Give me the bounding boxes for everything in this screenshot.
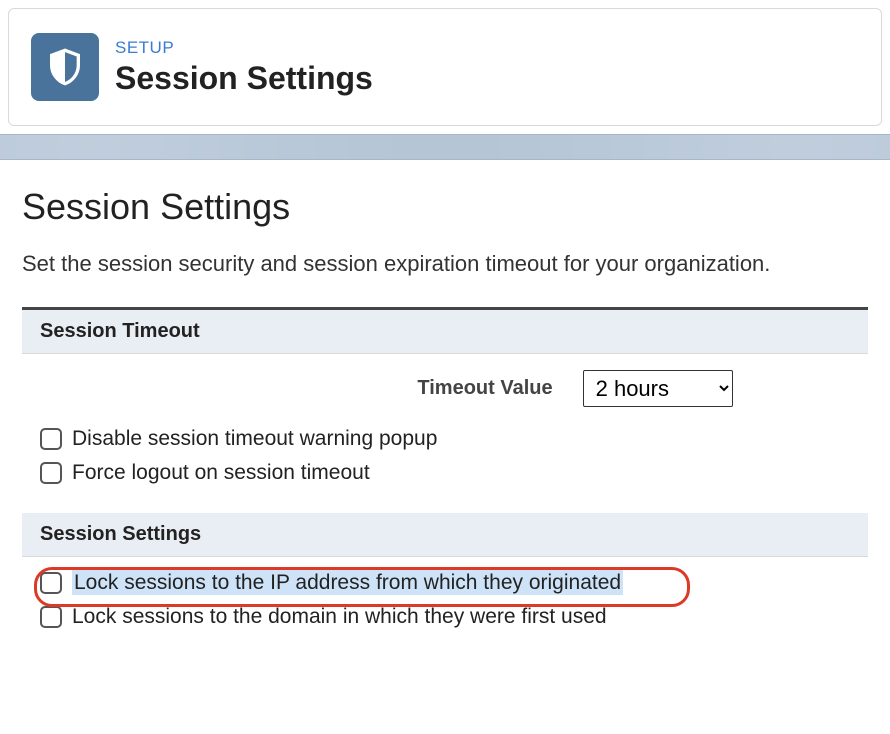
description-text: Set the session security and session exp… — [22, 250, 868, 279]
page-header: SETUP Session Settings — [8, 8, 882, 126]
header-text: SETUP Session Settings — [115, 38, 373, 97]
page-title: Session Settings — [115, 60, 373, 97]
timeout-value-label: Timeout Value — [417, 377, 552, 400]
main-heading: Session Settings — [22, 186, 868, 228]
lock-domain-label[interactable]: Lock sessions to the domain in which the… — [72, 605, 607, 629]
timeout-value-select[interactable]: 2 hours — [583, 370, 733, 407]
lock-ip-label[interactable]: Lock sessions to the IP address from whi… — [72, 571, 623, 595]
lock-ip-row: Lock sessions to the IP address from whi… — [40, 571, 850, 595]
force-logout-label[interactable]: Force logout on session timeout — [72, 461, 370, 485]
session-settings-header: Session Settings — [22, 513, 868, 557]
breadcrumb: SETUP — [115, 38, 373, 58]
lock-domain-row: Lock sessions to the domain in which the… — [40, 605, 850, 629]
lock-domain-checkbox[interactable] — [40, 606, 62, 628]
disable-warning-label[interactable]: Disable session timeout warning popup — [72, 427, 437, 451]
disable-warning-row: Disable session timeout warning popup — [40, 427, 850, 451]
timeout-value-row: Timeout Value 2 hours — [40, 370, 850, 407]
session-timeout-body: Timeout Value 2 hours Disable session ti… — [22, 354, 868, 513]
lock-ip-checkbox[interactable] — [40, 572, 62, 594]
divider-bar — [0, 134, 890, 160]
disable-warning-checkbox[interactable] — [40, 428, 62, 450]
session-settings-body: Lock sessions to the IP address from whi… — [22, 557, 868, 649]
shield-icon — [31, 33, 99, 101]
content-area: Session Settings Set the session securit… — [0, 160, 890, 649]
force-logout-checkbox[interactable] — [40, 462, 62, 484]
session-timeout-header: Session Timeout — [22, 310, 868, 354]
settings-panel: Session Timeout Timeout Value 2 hours Di… — [22, 307, 868, 649]
force-logout-row: Force logout on session timeout — [40, 461, 850, 485]
